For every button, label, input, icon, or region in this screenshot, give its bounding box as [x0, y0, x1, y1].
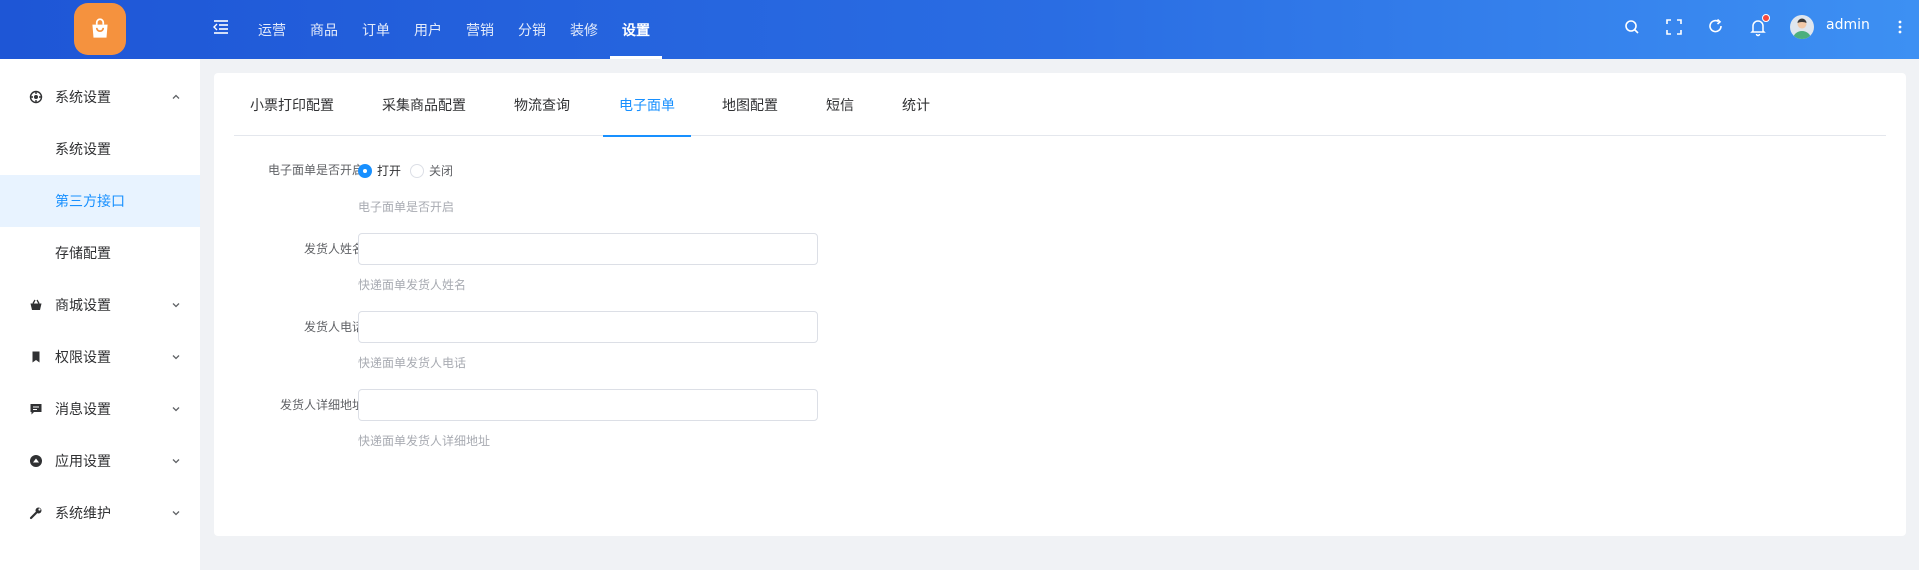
- sidebar-group-system-settings[interactable]: 系统设置: [0, 71, 200, 123]
- enable-waybill-label: 电子面单是否开启: [267, 163, 364, 177]
- sidebar-group-label: 系统维护: [55, 506, 111, 522]
- radio-enable-off[interactable]: 关闭: [410, 162, 453, 179]
- sidebar-item-storage-config[interactable]: 存储配置: [0, 227, 200, 279]
- radio-enable-on[interactable]: 打开: [358, 162, 401, 179]
- sender-name-label: 发货人姓名: [303, 242, 364, 256]
- tab-product-collect[interactable]: 采集商品配置: [382, 73, 466, 136]
- tab-receipt-print[interactable]: 小票打印配置: [250, 73, 334, 136]
- bookmark-icon: [32, 351, 40, 363]
- nav-distribution[interactable]: 分销: [506, 0, 558, 59]
- basket-icon: [30, 299, 42, 310]
- sender-address-hint: 快递面单发货人详细地址: [358, 434, 491, 448]
- user-avatar-icon: [1793, 18, 1811, 39]
- message-icon: [30, 404, 42, 415]
- nav-users[interactable]: 用户: [402, 0, 454, 59]
- fullscreen-icon[interactable]: [1664, 17, 1684, 37]
- nav-operations[interactable]: 运营: [246, 0, 298, 59]
- sidebar-item-label: 存储配置: [55, 246, 111, 262]
- sidebar-item-system-settings[interactable]: 系统设置: [0, 123, 200, 175]
- config-tabs: 小票打印配置 采集商品配置 物流查询 电子面单 地图配置 短信 统计: [234, 73, 1886, 137]
- nav-marketing[interactable]: 营销: [454, 0, 506, 59]
- sidebar-group-label: 系统设置: [55, 90, 111, 106]
- tab-sms[interactable]: 短信: [826, 73, 854, 136]
- radio-circle: [358, 163, 372, 178]
- logo[interactable]: [74, 3, 126, 55]
- sender-phone-hint: 快递面单发货人电话: [358, 356, 467, 370]
- refresh-icon[interactable]: [1706, 17, 1726, 37]
- nav-products[interactable]: 商品: [298, 0, 350, 59]
- nav-orders[interactable]: 订单: [350, 0, 402, 59]
- wrench-icon: [29, 507, 42, 520]
- nav-decoration[interactable]: 装修: [558, 0, 610, 59]
- sidebar-group-app-settings[interactable]: 应用设置: [0, 435, 200, 487]
- sidebar-group-label: 权限设置: [55, 350, 111, 366]
- sidebar-item-label: 系统设置: [55, 142, 111, 158]
- sender-name-input[interactable]: [358, 233, 818, 265]
- chevron-down-icon: [172, 459, 180, 464]
- sender-name-hint: 快递面单发货人姓名: [358, 278, 467, 292]
- enable-waybill-hint: 电子面单是否开启: [358, 200, 455, 214]
- top-header: 运营 商品 订单 用户 营销 分销 装修 设置 admin: [0, 0, 1919, 59]
- sender-address-input[interactable]: [358, 389, 818, 421]
- sidebar-group-mall-settings[interactable]: 商城设置: [0, 279, 200, 331]
- nav-settings[interactable]: 设置: [610, 0, 662, 59]
- sidebar-group-message-settings[interactable]: 消息设置: [0, 383, 200, 435]
- chevron-down-icon: [172, 303, 180, 308]
- radio-label: 打开: [377, 164, 402, 178]
- settings-icon: [29, 90, 43, 104]
- tab-logistics-query[interactable]: 物流查询: [514, 73, 570, 136]
- sidebar-group-system-maintenance[interactable]: 系统维护: [0, 487, 200, 539]
- chevron-down-icon: [172, 511, 180, 516]
- sidebar-item-third-party-api[interactable]: 第三方接口: [0, 175, 200, 227]
- chevron-down-icon: [172, 355, 180, 360]
- sidebar-group-label: 商城设置: [55, 298, 111, 314]
- sidebar-group-permission-settings[interactable]: 权限设置: [0, 331, 200, 383]
- notification-button[interactable]: [1748, 14, 1770, 37]
- radio-label: 关闭: [429, 164, 454, 178]
- sidebar-menu: 系统设置 系统设置 第三方接口 存储配置 商城设置 权限设置 消息设置 应用设置…: [0, 59, 200, 570]
- chevron-up-icon: [172, 94, 180, 99]
- avatar[interactable]: [1790, 15, 1814, 39]
- username[interactable]: admin: [1826, 17, 1870, 33]
- search-icon[interactable]: [1622, 17, 1642, 37]
- sender-phone-label: 发货人电话: [303, 320, 364, 334]
- app-icon: [30, 455, 42, 467]
- tab-map-config[interactable]: 地图配置: [722, 73, 778, 136]
- sidebar-group-label: 消息设置: [55, 402, 111, 418]
- settings-card: 小票打印配置 采集商品配置 物流查询 电子面单 地图配置 短信 统计 电子面单是…: [214, 73, 1906, 536]
- chevron-down-icon: [172, 407, 180, 412]
- top-nav: 运营 商品 订单 用户 营销 分销 装修 设置: [246, 0, 662, 59]
- radio-circle: [410, 163, 424, 178]
- sender-phone-input[interactable]: [358, 311, 818, 343]
- more-vertical-icon[interactable]: [1890, 17, 1910, 37]
- sender-address-label: 发货人详细地址: [279, 398, 364, 412]
- tab-statistics[interactable]: 统计: [902, 73, 930, 136]
- shopping-bag-icon: [92, 18, 108, 38]
- sidebar-item-label: 第三方接口: [55, 194, 125, 210]
- notification-badge: [1762, 14, 1770, 22]
- sidebar-group-label: 应用设置: [55, 454, 111, 470]
- menu-collapse-icon[interactable]: [210, 16, 232, 38]
- tab-electronic-waybill[interactable]: 电子面单: [603, 73, 691, 137]
